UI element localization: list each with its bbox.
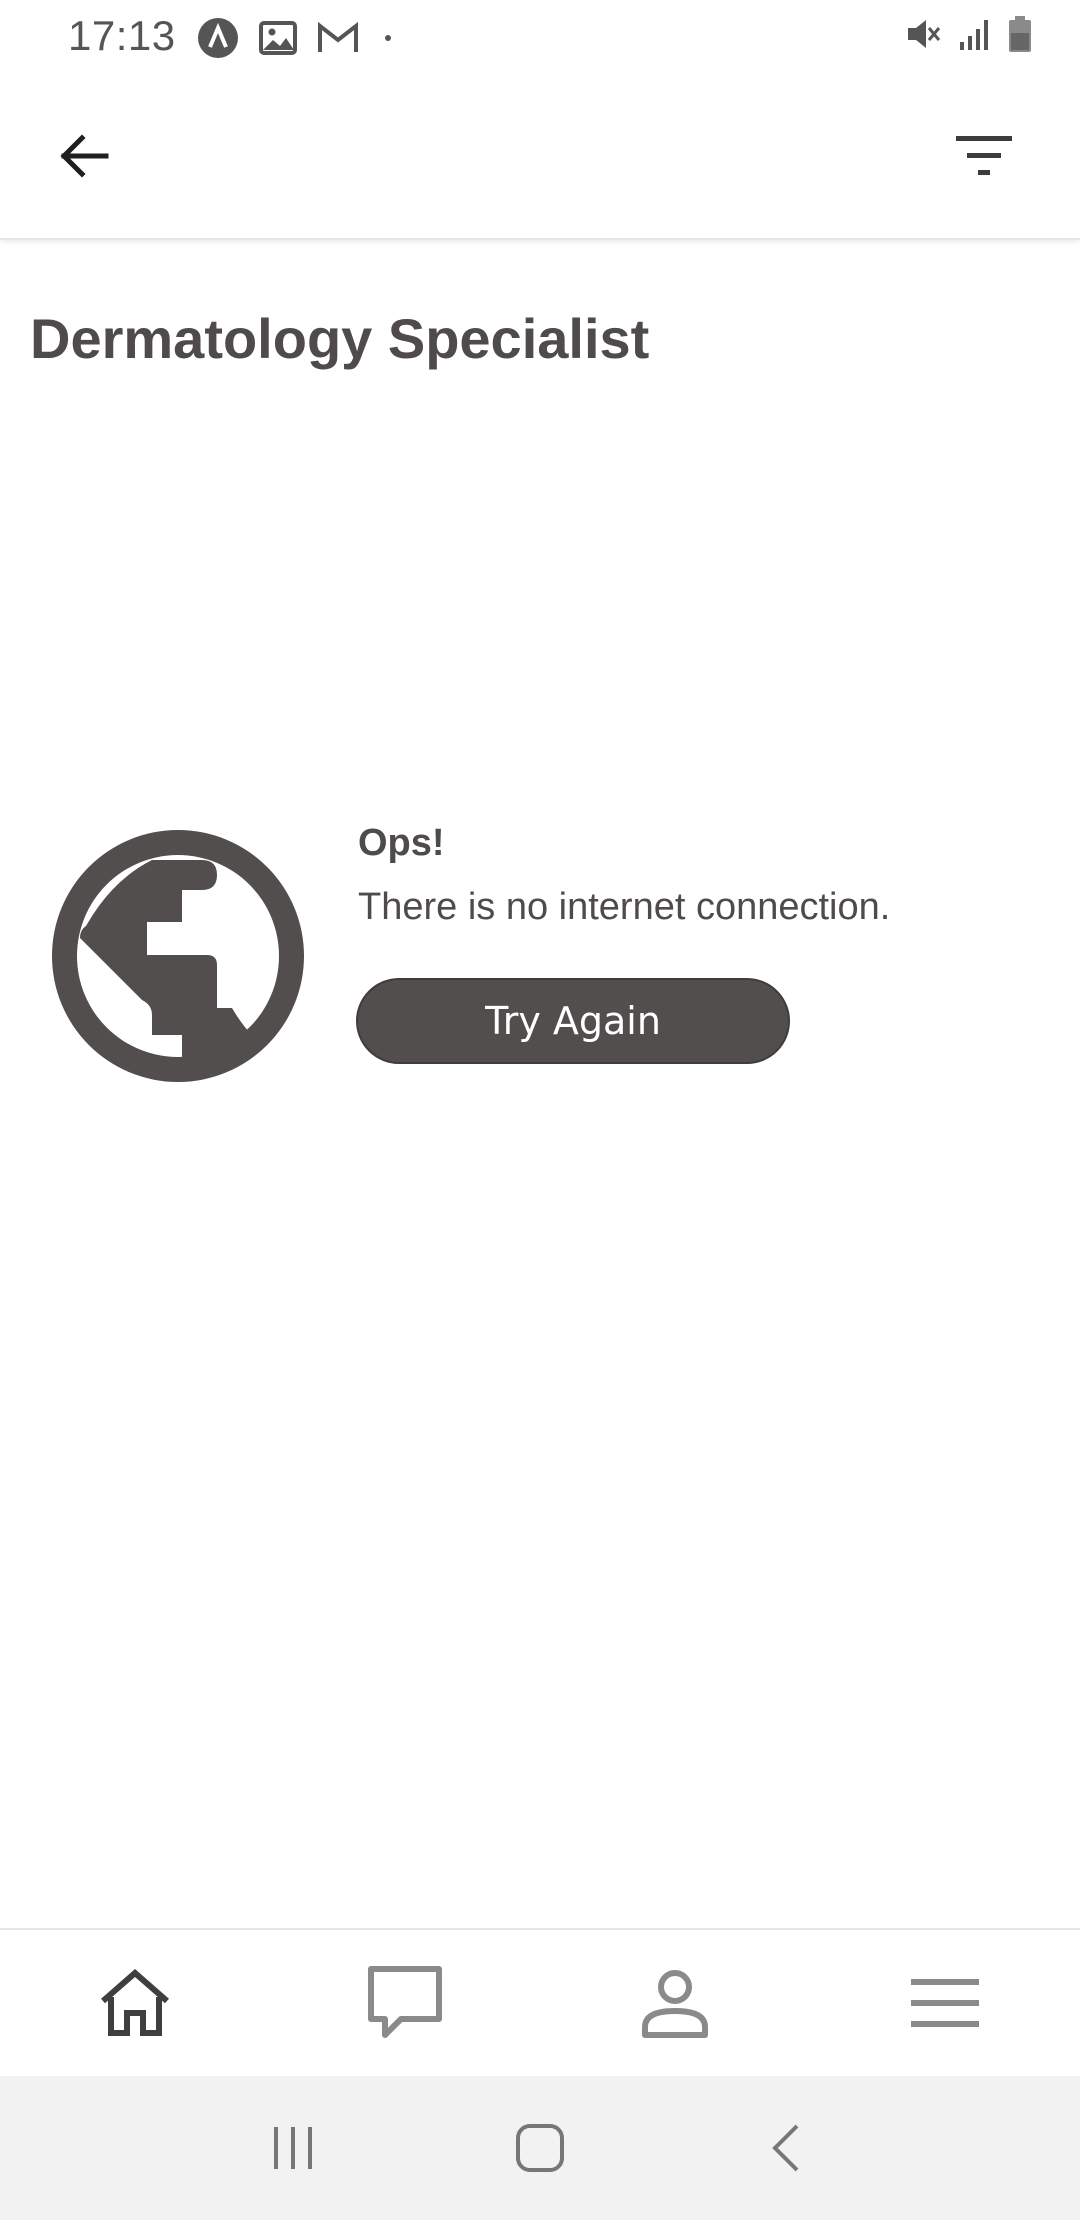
gmail-icon bbox=[318, 21, 358, 52]
globe-icon bbox=[52, 830, 304, 1082]
home-button-icon bbox=[515, 2124, 564, 2172]
try-again-button[interactable]: Try Again bbox=[356, 978, 790, 1064]
screen: 17:13 Dermatology Specialist Ops! There … bbox=[0, 0, 1080, 2220]
offline-heading: Ops! bbox=[358, 822, 445, 864]
nav-item-home[interactable] bbox=[0, 1930, 270, 2076]
nav-item-chat[interactable] bbox=[270, 1930, 540, 2076]
status-icons-right bbox=[904, 14, 1032, 54]
menu-icon bbox=[911, 1979, 979, 2027]
signal-icon bbox=[960, 20, 988, 50]
arrow-left-icon bbox=[60, 134, 109, 178]
bottom-nav bbox=[0, 1928, 1080, 2076]
status-time: 17:13 bbox=[68, 12, 176, 59]
status-bar: 17:13 bbox=[0, 0, 1080, 72]
recents-icon bbox=[274, 2127, 313, 2169]
page-title: Dermatology Specialist bbox=[30, 307, 650, 370]
chat-icon bbox=[368, 1966, 442, 2038]
system-back-button[interactable] bbox=[737, 2098, 837, 2198]
profile-icon bbox=[642, 1970, 708, 2038]
app-bar bbox=[0, 72, 1080, 240]
home-icon bbox=[101, 1969, 169, 2036]
back-chevron-icon bbox=[771, 2124, 799, 2172]
nav-item-profile[interactable] bbox=[540, 1930, 810, 2076]
notification-a-icon bbox=[198, 18, 238, 58]
filter-button[interactable] bbox=[944, 116, 1024, 196]
gallery-icon bbox=[259, 21, 297, 55]
dot-icon bbox=[385, 35, 391, 41]
mute-icon bbox=[908, 20, 941, 48]
home-button[interactable] bbox=[490, 2098, 590, 2198]
battery-icon bbox=[1009, 16, 1031, 52]
nav-item-menu[interactable] bbox=[810, 1930, 1080, 2076]
back-button[interactable] bbox=[44, 116, 124, 196]
recents-button[interactable] bbox=[243, 2098, 343, 2198]
offline-message: There is no internet connection. bbox=[358, 886, 891, 928]
filter-icon bbox=[956, 136, 1012, 175]
system-nav bbox=[0, 2076, 1080, 2220]
status-icons-left bbox=[196, 16, 398, 60]
